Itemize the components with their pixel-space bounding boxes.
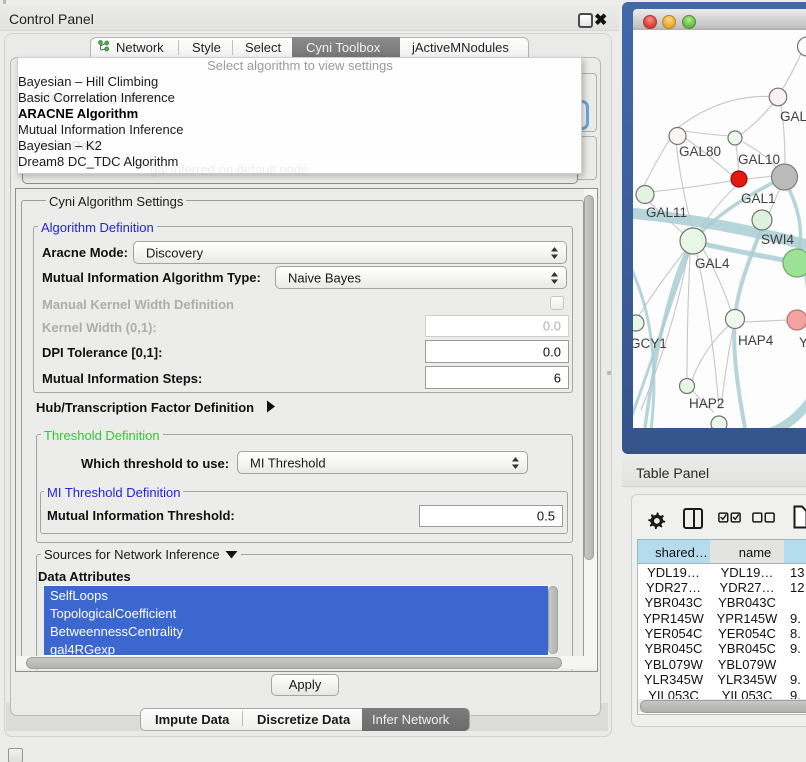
svg-text:Y: Y bbox=[799, 335, 806, 350]
svg-text:HAP4: HAP4 bbox=[738, 333, 774, 348]
svg-text:GAL11: GAL11 bbox=[646, 205, 687, 220]
svg-text:GAL4: GAL4 bbox=[695, 256, 730, 271]
svg-text:GAL80: GAL80 bbox=[679, 144, 721, 159]
svg-text:GAL1: GAL1 bbox=[741, 191, 776, 206]
svg-text:GAL7: GAL7 bbox=[780, 109, 806, 124]
svg-text:GAL10: GAL10 bbox=[738, 152, 780, 167]
svg-text:GCY1: GCY1 bbox=[633, 336, 667, 351]
svg-text:SWI4: SWI4 bbox=[761, 232, 794, 247]
svg-text:HAP2: HAP2 bbox=[689, 396, 724, 411]
